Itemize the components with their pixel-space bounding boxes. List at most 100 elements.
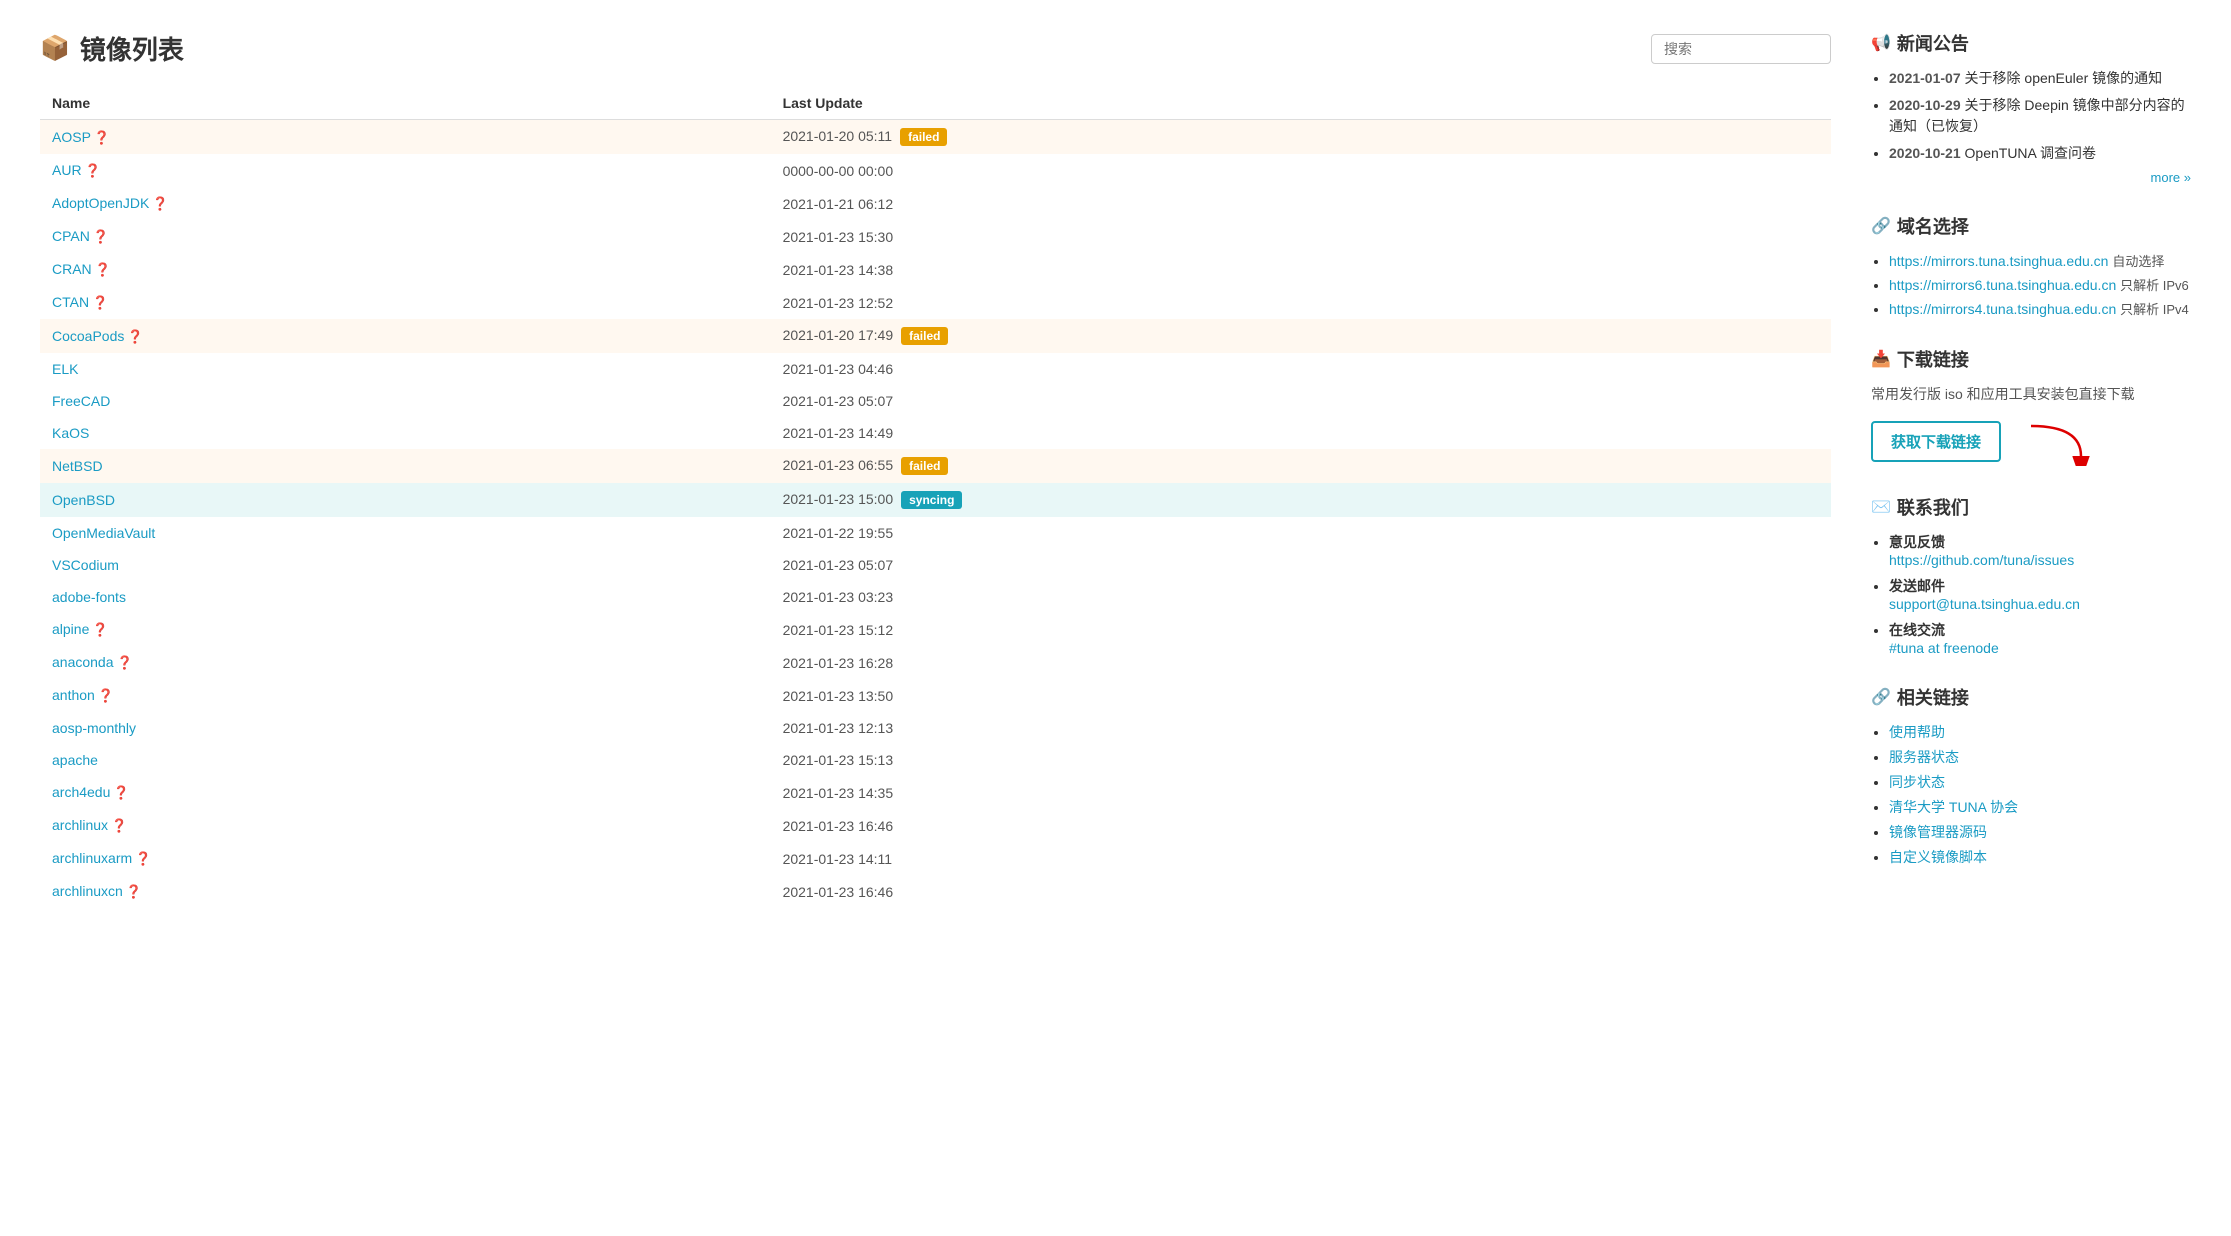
col-last-update: Last Update bbox=[771, 87, 1831, 120]
help-icon[interactable]: ❓ bbox=[92, 622, 108, 637]
related-link[interactable]: 清华大学 TUNA 协会 bbox=[1889, 799, 2018, 815]
status-badge: syncing bbox=[901, 491, 962, 509]
contact-link[interactable]: https://github.com/tuna/issues bbox=[1889, 552, 2191, 568]
domain-link[interactable]: https://mirrors4.tuna.tsinghua.edu.cn bbox=[1889, 301, 2116, 317]
mirror-name-cell: VSCodium bbox=[40, 549, 771, 581]
domain-link[interactable]: https://mirrors6.tuna.tsinghua.edu.cn bbox=[1889, 277, 2116, 293]
contact-label: 在线交流 bbox=[1889, 622, 1945, 638]
mirror-name-link[interactable]: anthon bbox=[52, 687, 95, 703]
help-icon[interactable]: ❓ bbox=[113, 785, 129, 800]
mirror-name-cell: anaconda❓ bbox=[40, 646, 771, 679]
mirror-name-link[interactable]: CocoaPods bbox=[52, 328, 124, 344]
help-icon[interactable]: ❓ bbox=[135, 851, 151, 866]
related-link[interactable]: 镜像管理器源码 bbox=[1889, 824, 1987, 840]
mirror-name-link[interactable]: AOSP bbox=[52, 129, 91, 145]
mirror-name-link[interactable]: KaOS bbox=[52, 425, 89, 441]
mirror-name-link[interactable]: apache bbox=[52, 752, 98, 768]
last-update-cell: 2021-01-21 06:12 bbox=[771, 187, 1831, 220]
news-item: 2020-10-21 OpenTUNA 调查问卷 bbox=[1889, 143, 2191, 164]
mirror-name-link[interactable]: archlinux bbox=[52, 817, 108, 833]
help-icon[interactable]: ❓ bbox=[93, 229, 109, 244]
mirror-name-cell: FreeCAD bbox=[40, 385, 771, 417]
domain-link[interactable]: https://mirrors.tuna.tsinghua.edu.cn bbox=[1889, 253, 2108, 269]
related-link[interactable]: 同步状态 bbox=[1889, 774, 1945, 790]
help-icon[interactable]: ❓ bbox=[98, 688, 114, 703]
mirror-name-cell: anthon❓ bbox=[40, 679, 771, 712]
related-title: 🔗 相关链接 bbox=[1871, 684, 2191, 710]
mirror-name-link[interactable]: AUR bbox=[52, 162, 82, 178]
more-link[interactable]: more » bbox=[1871, 170, 2191, 185]
table-row: CPAN❓2021-01-23 15:30 bbox=[40, 220, 1831, 253]
domain-desc: 只解析 IPv6 bbox=[2120, 278, 2189, 293]
mirror-name-link[interactable]: aosp-monthly bbox=[52, 720, 136, 736]
page-title: 📦 镜像列表 bbox=[40, 30, 184, 67]
domain-section: 🔗 域名选择 https://mirrors.tuna.tsinghua.edu… bbox=[1871, 213, 2191, 318]
table-row: anaconda❓2021-01-23 16:28 bbox=[40, 646, 1831, 679]
mirror-name-link[interactable]: NetBSD bbox=[52, 458, 103, 474]
related-title-text: 相关链接 bbox=[1897, 684, 1969, 710]
mirror-name-link[interactable]: anaconda bbox=[52, 654, 114, 670]
mirror-name-link[interactable]: adobe-fonts bbox=[52, 589, 126, 605]
mirror-name-cell: aosp-monthly bbox=[40, 712, 771, 744]
download-title-text: 下载链接 bbox=[1897, 346, 1969, 372]
download-btn[interactable]: 获取下载链接 bbox=[1871, 421, 2001, 462]
related-link[interactable]: 服务器状态 bbox=[1889, 749, 1959, 765]
mirror-name-link[interactable]: FreeCAD bbox=[52, 393, 110, 409]
last-update-cell: 2021-01-22 19:55 bbox=[771, 517, 1831, 549]
mirror-name-link[interactable]: AdoptOpenJDK bbox=[52, 195, 149, 211]
help-icon[interactable]: ❓ bbox=[92, 295, 108, 310]
related-item: 自定义镜像脚本 bbox=[1889, 847, 2191, 867]
related-icon: 🔗 bbox=[1871, 687, 1891, 707]
contact-label: 发送邮件 bbox=[1889, 578, 1945, 594]
news-item: 2021-01-07 关于移除 openEuler 镜像的通知 bbox=[1889, 68, 2191, 89]
arrow-indicator bbox=[2021, 416, 2101, 466]
help-icon[interactable]: ❓ bbox=[85, 163, 101, 178]
mirror-name-cell: adobe-fonts bbox=[40, 581, 771, 613]
page-title-text: 镜像列表 bbox=[80, 30, 184, 67]
mirror-name-cell: CRAN❓ bbox=[40, 253, 771, 286]
mirror-name-cell: AdoptOpenJDK❓ bbox=[40, 187, 771, 220]
mirror-name-link[interactable]: OpenMediaVault bbox=[52, 525, 155, 541]
mirror-name-cell: CTAN❓ bbox=[40, 286, 771, 319]
mirror-name-link[interactable]: CRAN bbox=[52, 261, 92, 277]
help-icon[interactable]: ❓ bbox=[152, 196, 168, 211]
contact-link[interactable]: support@tuna.tsinghua.edu.cn bbox=[1889, 596, 2191, 612]
mirror-name-link[interactable]: VSCodium bbox=[52, 557, 119, 573]
mirror-name-cell: ELK bbox=[40, 353, 771, 385]
mirror-name-link[interactable]: ELK bbox=[52, 361, 78, 377]
contact-link[interactable]: #tuna at freenode bbox=[1889, 640, 2191, 656]
mirror-name-link[interactable]: arch4edu bbox=[52, 784, 110, 800]
last-update-cell: 2021-01-23 16:46 bbox=[771, 809, 1831, 842]
help-icon[interactable]: ❓ bbox=[127, 329, 143, 344]
mirror-name-link[interactable]: archlinuxarm bbox=[52, 850, 132, 866]
table-row: CTAN❓2021-01-23 12:52 bbox=[40, 286, 1831, 319]
mirror-name-link[interactable]: CPAN bbox=[52, 228, 90, 244]
table-row: AOSP❓2021-01-20 05:11failed bbox=[40, 120, 1831, 155]
main-content: 📦 镜像列表 Name Last Update AOSP❓2021-01-20 … bbox=[40, 30, 1831, 908]
help-icon[interactable]: ❓ bbox=[95, 262, 111, 277]
last-update-cell: 2021-01-23 15:00syncing bbox=[771, 483, 1831, 517]
contact-title: ✉️ 联系我们 bbox=[1871, 494, 2191, 520]
search-input[interactable] bbox=[1651, 34, 1831, 64]
help-icon[interactable]: ❓ bbox=[111, 818, 127, 833]
mirror-name-cell: KaOS bbox=[40, 417, 771, 449]
contact-section: ✉️ 联系我们 意见反馈https://github.com/tuna/issu… bbox=[1871, 494, 2191, 656]
related-link[interactable]: 自定义镜像脚本 bbox=[1889, 849, 1987, 865]
last-update-cell: 2021-01-23 15:13 bbox=[771, 744, 1831, 776]
table-row: OpenBSD 2021-01-23 15:00syncing bbox=[40, 483, 1831, 517]
related-item: 清华大学 TUNA 协会 bbox=[1889, 797, 2191, 817]
mirror-name-cell: alpine❓ bbox=[40, 613, 771, 646]
domain-title: 🔗 域名选择 bbox=[1871, 213, 2191, 239]
mirror-name-link[interactable]: archlinuxcn bbox=[52, 883, 123, 899]
related-link[interactable]: 使用帮助 bbox=[1889, 724, 1945, 740]
mirror-name-link[interactable]: CTAN bbox=[52, 294, 89, 310]
table-row: alpine❓2021-01-23 15:12 bbox=[40, 613, 1831, 646]
help-icon[interactable]: ❓ bbox=[126, 884, 142, 899]
mirror-name-link[interactable]: alpine bbox=[52, 621, 89, 637]
help-icon[interactable]: ❓ bbox=[94, 130, 110, 145]
last-update-cell: 0000-00-00 00:00 bbox=[771, 154, 1831, 187]
download-section: 📥 下载链接 常用发行版 iso 和应用工具安装包直接下载 获取下载链接 bbox=[1871, 346, 2191, 466]
mirror-name-link[interactable]: OpenBSD bbox=[52, 492, 115, 508]
news-date: 2020-10-21 bbox=[1889, 145, 1961, 161]
help-icon[interactable]: ❓ bbox=[117, 655, 133, 670]
